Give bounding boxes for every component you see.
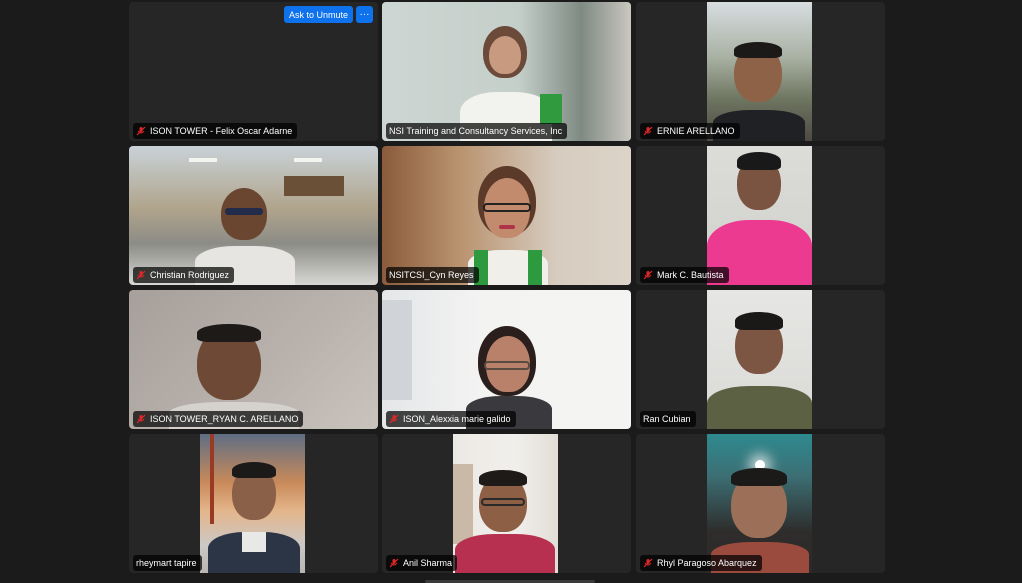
- participant-video: [453, 434, 558, 573]
- participant-name: ISON_Alexxia marie galido: [403, 414, 511, 424]
- more-options-button[interactable]: ···: [356, 6, 373, 23]
- participant-tile-2[interactable]: NSI Training and Consultancy Services, I…: [382, 2, 631, 141]
- participant-name: Ran Cubian: [643, 414, 691, 424]
- muted-mic-icon: [643, 126, 653, 136]
- muted-mic-icon: [136, 126, 146, 136]
- participant-tile-6[interactable]: Mark C. Bautista: [636, 146, 885, 285]
- participant-video: [707, 434, 812, 573]
- participant-name: Christian Rodriguez: [150, 270, 230, 280]
- participant-tile-1[interactable]: Ask to Unmute ··· ISON TOWER - Felix Osc…: [129, 2, 378, 141]
- participant-name: Anil Sharma: [403, 558, 453, 568]
- participant-name-label: Rhyl Paragoso Abarquez: [640, 555, 762, 571]
- participant-name-label: rheymart tapire: [133, 555, 202, 571]
- participant-name: rheymart tapire: [136, 558, 197, 568]
- participant-video: [707, 290, 812, 429]
- participant-video: [382, 146, 631, 285]
- participant-name: NSITCSI_Cyn Reyes: [389, 270, 474, 280]
- participant-tile-12[interactable]: Rhyl Paragoso Abarquez: [636, 434, 885, 573]
- muted-mic-icon: [389, 414, 399, 424]
- participant-tile-10[interactable]: rheymart tapire: [129, 434, 378, 573]
- participant-name: Rhyl Paragoso Abarquez: [657, 558, 757, 568]
- muted-mic-icon: [389, 558, 399, 568]
- participant-name: NSI Training and Consultancy Services, I…: [389, 126, 563, 136]
- participant-tile-9[interactable]: Ran Cubian: [636, 290, 885, 429]
- participant-name-label: ISON TOWER_RYAN C. ARELLANO: [133, 411, 304, 427]
- participant-name-label: Mark C. Bautista: [640, 267, 729, 283]
- participant-name: ISON TOWER - Felix Oscar Adarne: [150, 126, 293, 136]
- participant-tile-5[interactable]: NSITCSI_Cyn Reyes: [382, 146, 631, 285]
- participant-tile-11[interactable]: Anil Sharma: [382, 434, 631, 573]
- participant-video: [707, 146, 812, 285]
- participant-tile-4[interactable]: Christian Rodriguez: [129, 146, 378, 285]
- participant-name-label: Ran Cubian: [640, 411, 696, 427]
- participant-name-label: Anil Sharma: [386, 555, 458, 571]
- video-gallery: Ask to Unmute ··· ISON TOWER - Felix Osc…: [129, 2, 885, 578]
- participant-name-label: ISON_Alexxia marie galido: [386, 411, 516, 427]
- participant-video: [382, 2, 631, 141]
- participant-name-label: ISON TOWER - Felix Oscar Adarne: [133, 123, 298, 139]
- participant-name-label: Christian Rodriguez: [133, 267, 235, 283]
- participant-video: [129, 146, 378, 285]
- participant-video: [129, 290, 378, 429]
- participant-name: ISON TOWER_RYAN C. ARELLANO: [150, 414, 299, 424]
- ask-to-unmute-button[interactable]: Ask to Unmute: [283, 6, 353, 23]
- participant-name: ERNIE ARELLANO: [657, 126, 735, 136]
- participant-name-label: NSI Training and Consultancy Services, I…: [386, 123, 568, 139]
- muted-mic-icon: [643, 558, 653, 568]
- muted-mic-icon: [136, 270, 146, 280]
- participant-tile-8[interactable]: ISON_Alexxia marie galido: [382, 290, 631, 429]
- participant-video: [707, 2, 812, 141]
- participant-video: [382, 290, 631, 429]
- muted-mic-icon: [136, 414, 146, 424]
- participant-name: Mark C. Bautista: [657, 270, 724, 280]
- participant-name-label: NSITCSI_Cyn Reyes: [386, 267, 479, 283]
- unmute-controls: Ask to Unmute ···: [283, 6, 373, 23]
- muted-mic-icon: [643, 270, 653, 280]
- participant-tile-7[interactable]: ISON TOWER_RYAN C. ARELLANO: [129, 290, 378, 429]
- participant-name-label: ERNIE ARELLANO: [640, 123, 740, 139]
- participant-video: [200, 434, 305, 573]
- participant-tile-3[interactable]: ERNIE ARELLANO: [636, 2, 885, 141]
